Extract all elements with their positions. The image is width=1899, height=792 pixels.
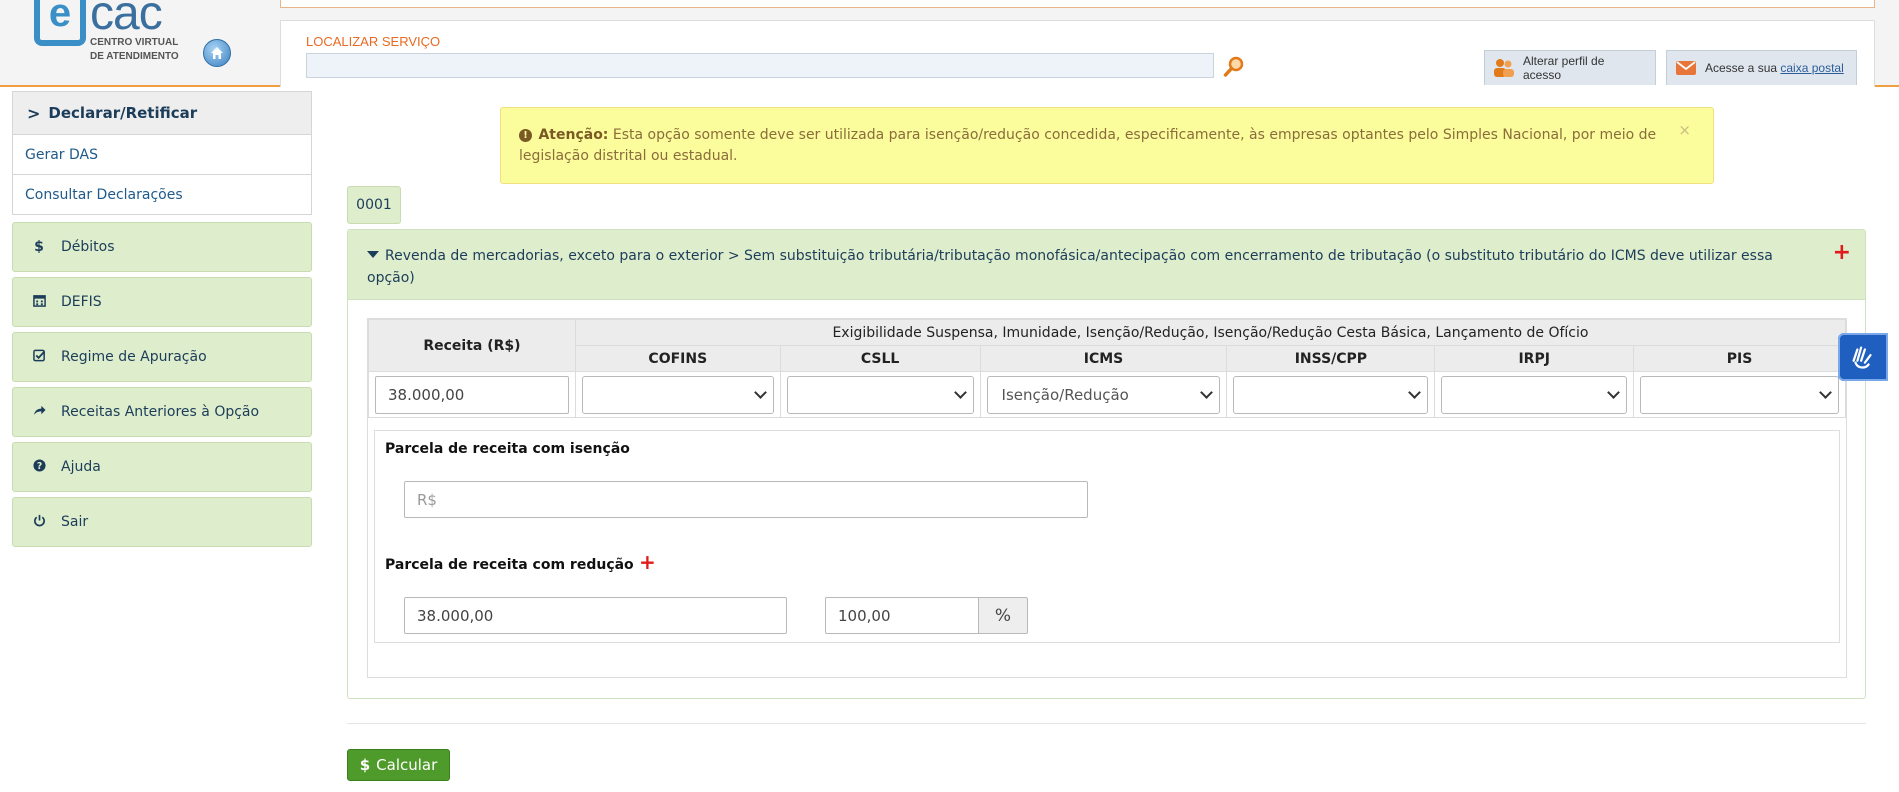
alert-title: Atenção: xyxy=(538,127,609,143)
exclamation-circle-icon: ! xyxy=(519,129,532,142)
logo-subtitle-line2: DE ATENDIMENTO xyxy=(90,51,179,62)
sidebar-item-sair[interactable]: Sair xyxy=(12,497,312,547)
sidebar-item-ajuda[interactable]: ? Ajuda xyxy=(12,442,312,492)
chevron-down-icon xyxy=(1819,385,1832,399)
users-icon xyxy=(1493,58,1515,78)
question-circle-icon: ? xyxy=(31,458,47,476)
chevron-down-icon xyxy=(1408,385,1422,399)
chevron-down-icon xyxy=(1607,385,1620,399)
logo-subtitle-line1: CENTRO VIRTUAL xyxy=(90,37,179,48)
revenue-input[interactable]: 38.000,00 xyxy=(375,375,569,414)
activity-panel-header[interactable]: Revenda de mercadorias, exceto para o ex… xyxy=(348,230,1865,300)
reduction-label-text: Parcela de receita com redução xyxy=(385,557,634,573)
power-icon xyxy=(31,514,47,531)
reduction-label: Parcela de receita com redução xyxy=(385,557,634,573)
irpj-select[interactable] xyxy=(1441,375,1628,414)
icms-details-box: Parcela de receita com isenção R$ Parcel… xyxy=(374,430,1840,643)
sidebar-item-consultar-declaracoes[interactable]: Consultar Declarações xyxy=(12,175,312,215)
svg-text:?: ? xyxy=(36,460,41,471)
sidebar-item-regime-apuracao[interactable]: Regime de Apuração xyxy=(12,332,312,382)
chevron-right-icon: > xyxy=(27,103,41,123)
mailbox-button[interactable]: Acesse a sua caixa postal xyxy=(1666,50,1857,85)
change-profile-button[interactable]: Alterar perfil de acesso xyxy=(1484,50,1656,85)
establishment-tab[interactable]: 0001 xyxy=(347,186,401,224)
cofins-select[interactable] xyxy=(581,375,774,414)
sidebar: > Declarar/Retificar Gerar DAS Consultar… xyxy=(12,91,312,547)
top-header: e cac CENTRO VIRTUAL DE ATENDIMENTO LOCA… xyxy=(0,0,1899,87)
caret-down-icon xyxy=(367,251,379,258)
reduction-percent-input[interactable]: 100,00 xyxy=(825,597,979,634)
column-header-icms: ICMS xyxy=(979,345,1228,372)
percent-addon: % xyxy=(979,597,1028,634)
column-header-pis: PIS xyxy=(1633,345,1846,372)
mailbox-prefix: Acesse a sua xyxy=(1705,61,1781,75)
column-header-inss-cpp: INSS/CPP xyxy=(1226,345,1436,372)
calendar-icon xyxy=(31,294,47,311)
attention-alert: ! Atenção: Esta opção somente deve ser u… xyxy=(500,107,1714,184)
close-icon[interactable]: × xyxy=(1678,120,1691,141)
ecac-logo[interactable]: e cac CENTRO VIRTUAL DE ATENDIMENTO xyxy=(30,0,180,74)
sidebar-item-label: Ajuda xyxy=(61,459,101,475)
chevron-down-icon xyxy=(953,385,967,399)
sidebar-item-label: Sair xyxy=(61,514,89,530)
plus-icon[interactable]: + xyxy=(1833,240,1851,265)
locate-service-input[interactable] xyxy=(306,53,1214,78)
sign-language-icon[interactable] xyxy=(1838,333,1888,381)
sidebar-section-label: Declarar/Retificar xyxy=(48,104,198,122)
form-divider xyxy=(347,723,1866,724)
mailbox-text: Acesse a sua caixa postal xyxy=(1705,61,1844,75)
logo-letter: e xyxy=(34,0,86,46)
sidebar-item-gerar-das[interactable]: Gerar DAS xyxy=(12,135,312,175)
icms-select-value: Isenção/Redução xyxy=(1001,385,1129,404)
share-arrow-icon xyxy=(31,404,47,421)
alert-message: Esta opção somente deve ser utilizada pa… xyxy=(519,127,1657,164)
logo-name: cac xyxy=(90,0,163,40)
icms-select[interactable]: Isenção/Redução xyxy=(986,375,1221,414)
chevron-down-icon xyxy=(1200,385,1214,399)
sidebar-item-label: Regime de Apuração xyxy=(61,349,207,365)
calculate-label: Calcular xyxy=(376,756,438,774)
sidebar-section-declarar[interactable]: > Declarar/Retificar xyxy=(12,91,312,135)
activity-title: Revenda de mercadorias, exceto para o ex… xyxy=(367,248,1773,286)
exemption-label: Parcela de receita com isenção xyxy=(385,441,630,457)
column-header-irpj: IRPJ xyxy=(1434,345,1635,372)
dollar-icon: $ xyxy=(34,239,44,255)
sidebar-item-defis[interactable]: DEFIS xyxy=(12,277,312,327)
sidebar-item-debitos[interactable]: $ Débitos xyxy=(12,222,312,272)
change-profile-label: Alterar perfil de acesso xyxy=(1523,54,1605,82)
home-icon[interactable] xyxy=(203,39,231,67)
csll-select[interactable] xyxy=(786,375,974,414)
calculate-button[interactable]: $ Calcular xyxy=(347,749,450,781)
sidebar-item-receitas-anteriores[interactable]: Receitas Anteriores à Opção xyxy=(12,387,312,437)
exemption-input[interactable]: R$ xyxy=(404,481,1088,518)
revenue-column-header: Receita (R$) xyxy=(368,319,576,372)
locate-service-label: LOCALIZAR SERVIÇO xyxy=(306,34,441,49)
search-icon[interactable] xyxy=(1223,56,1245,78)
check-square-icon xyxy=(31,349,47,366)
sidebar-item-label: DEFIS xyxy=(61,294,102,310)
pis-select[interactable] xyxy=(1640,375,1839,414)
column-header-csll: CSLL xyxy=(779,345,981,372)
activity-panel: Revenda de mercadorias, exceto para o ex… xyxy=(347,229,1866,699)
add-reduction-icon[interactable]: + xyxy=(639,550,656,574)
sidebar-item-label: Receitas Anteriores à Opção xyxy=(61,404,260,420)
sidebar-item-label: Débitos xyxy=(61,239,115,255)
chevron-down-icon xyxy=(753,385,767,399)
logo-subtitle: CENTRO VIRTUAL DE ATENDIMENTO xyxy=(90,36,190,64)
mailbox-link[interactable]: caixa postal xyxy=(1780,61,1843,75)
envelope-icon xyxy=(1675,58,1697,78)
reduction-value-input[interactable]: 38.000,00 xyxy=(404,597,787,634)
exigibility-group-header: Exigibilidade Suspensa, Imunidade, Isenç… xyxy=(574,319,1847,346)
header-top-strip xyxy=(280,0,1875,8)
revenue-table: Receita (R$) Exigibilidade Suspensa, Imu… xyxy=(368,319,1847,418)
dollar-icon: $ xyxy=(359,756,371,774)
revenue-form: Receita (R$) Exigibilidade Suspensa, Imu… xyxy=(367,318,1847,678)
column-header-cofins: COFINS xyxy=(574,345,781,372)
inss-cpp-select[interactable] xyxy=(1233,375,1429,414)
